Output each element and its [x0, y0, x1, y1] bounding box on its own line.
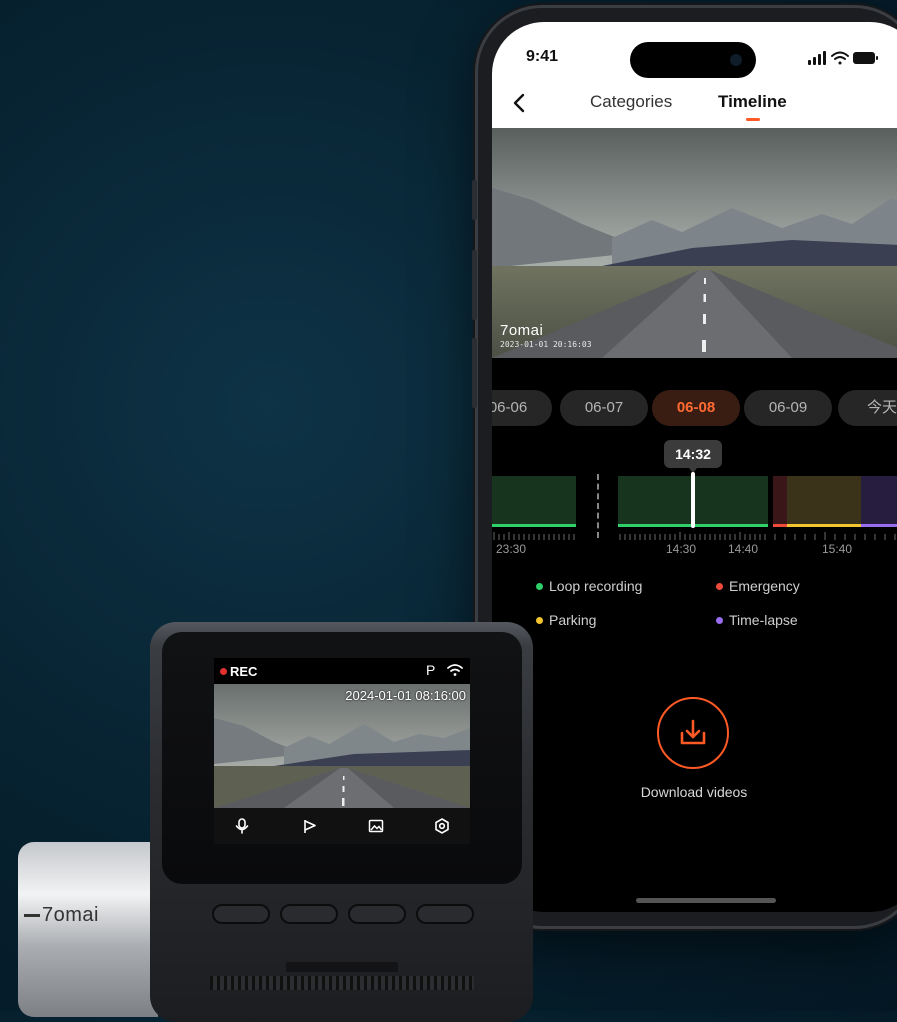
signal-icon [808, 51, 826, 65]
microphone-icon[interactable] [234, 818, 250, 834]
speaker-grill [210, 976, 474, 990]
legend-label: Parking [549, 612, 597, 628]
date-chip[interactable]: 06-06 [492, 390, 552, 426]
time-label: 14:30 [666, 542, 697, 556]
date-chip-selected[interactable]: 06-08 [652, 390, 740, 426]
loop-recording-dot [536, 582, 543, 590]
tab-timeline[interactable]: Timeline [718, 92, 787, 112]
legend-item: Time-lapse [716, 612, 798, 628]
loop-recording-bar [492, 524, 576, 527]
status-icons [808, 51, 878, 65]
emergency-segment[interactable] [773, 476, 787, 526]
dashcam-timestamp: 2024-01-01 08:16:00 [345, 688, 466, 703]
download-label: Download videos [640, 784, 748, 800]
wifi-icon [447, 664, 463, 676]
brand-text: 7omai [42, 904, 99, 926]
back-button[interactable] [512, 92, 526, 118]
battery-icon [853, 52, 878, 64]
back-arrow-icon [513, 93, 525, 113]
app-screen: 9:41 Categories Timeline 7omai 2023-01-0… [492, 22, 897, 912]
legend-label: Loop recording [549, 578, 643, 594]
active-tab-indicator [746, 118, 760, 121]
settings-icon[interactable] [434, 818, 450, 834]
dashcam-mount [18, 842, 158, 1017]
status-time: 9:41 [526, 48, 559, 65]
legend-item: Loop recording [536, 578, 642, 594]
hardware-button-1[interactable] [212, 904, 270, 924]
flag-icon[interactable] [302, 818, 318, 834]
gallery-icon[interactable] [368, 818, 384, 834]
road-landscape-image [492, 128, 897, 358]
timeline-ruler [493, 532, 896, 540]
hardware-button-3[interactable] [348, 904, 406, 924]
legend-label: Time-lapse [729, 612, 798, 628]
video-watermark-logo: 7omai [500, 322, 544, 339]
dashcam-screen: REC P 2024-01-01 08:16:00 [214, 658, 470, 844]
wifi-icon [831, 51, 849, 65]
dashcam-toolbar [214, 808, 470, 844]
day-divider [597, 474, 599, 538]
time-lapse-segment[interactable] [861, 476, 897, 526]
rec-indicator: REC [220, 664, 257, 679]
time-cursor-tooltip: 14:32 [664, 440, 722, 473]
download-icon [680, 719, 706, 745]
dynamic-island [630, 42, 756, 78]
time-label: 23:30 [496, 542, 527, 556]
emergency-dot [716, 582, 723, 590]
hardware-button-4[interactable] [416, 904, 474, 924]
date-chip[interactable]: 06-09 [744, 390, 832, 426]
time-label: 14:40 [728, 542, 759, 556]
video-watermark-timestamp: 2023-01-01 20:16:03 [500, 340, 592, 349]
parking-segment[interactable] [787, 476, 861, 526]
download-button[interactable] [657, 697, 729, 769]
top-bar: 9:41 Categories Timeline [492, 22, 897, 128]
time-label: 15:40 [822, 542, 853, 556]
parking-indicator: P [426, 662, 436, 678]
loop-recording-segment[interactable] [492, 476, 576, 526]
legend-item: Emergency [716, 578, 800, 594]
legend-label: Emergency [729, 578, 800, 594]
timeline-cursor[interactable] [691, 472, 695, 528]
time-lapse-dot [716, 616, 723, 624]
parking-bar [787, 524, 861, 527]
time-lapse-bar [861, 524, 897, 527]
video-preview[interactable] [492, 128, 897, 358]
rec-label: REC [230, 664, 258, 679]
home-indicator [636, 898, 776, 903]
hardware-button-2[interactable] [280, 904, 338, 924]
tab-categories[interactable]: Categories [590, 92, 672, 112]
dashcam-brand-logo: 7omai [24, 904, 99, 927]
dashcam-slot [286, 962, 398, 972]
date-chip[interactable]: 06-07 [560, 390, 648, 426]
legend-item: Parking [536, 612, 596, 628]
emergency-bar [773, 524, 787, 527]
date-chip-today[interactable]: 今天 [838, 390, 897, 426]
parking-dot [536, 616, 543, 624]
smartphone: 9:41 Categories Timeline 7omai 2023-01-0… [472, 8, 897, 926]
rec-dot [220, 668, 227, 676]
